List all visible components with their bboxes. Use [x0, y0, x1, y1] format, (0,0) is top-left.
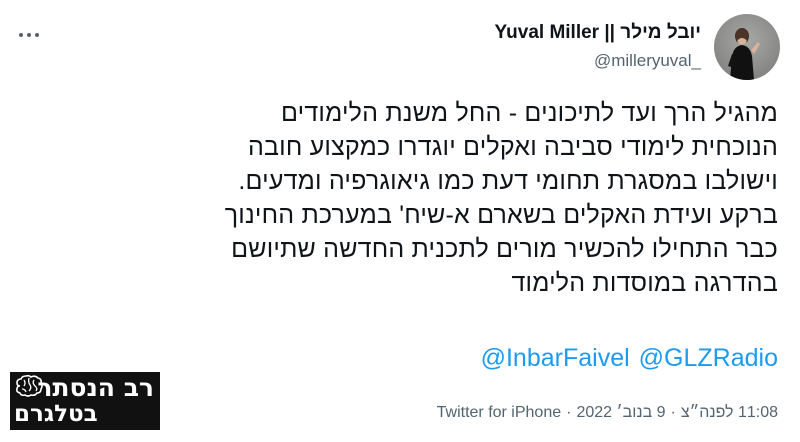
tweet-header: יובל מילר || Yuval Miller @milleryuval_	[495, 14, 780, 80]
tweet-time[interactable]: 11:08 לפנה״צ	[681, 402, 778, 424]
mention-link-inbarfaivel[interactable]: @InbarFaivel	[481, 341, 630, 375]
tweet-meta: 11:08 לפנה״צ · 9 בנוב׳ 2022 · Twitter fo…	[437, 402, 778, 424]
author-display-name[interactable]: יובל מילר || Yuval Miller	[495, 21, 701, 45]
tweet-date[interactable]: 9 בנוב׳ 2022	[576, 402, 665, 424]
dot	[27, 33, 31, 37]
dot	[35, 33, 39, 37]
tweet-text: מהגיל הרך ועד לתיכונים - החל משנת הלימוד…	[224, 99, 778, 297]
author-names: יובל מילר || Yuval Miller @milleryuval_	[495, 21, 701, 73]
tweet-mentions: @InbarFaivel @GLZRadio	[481, 341, 778, 375]
avatar-image	[714, 14, 780, 80]
author-handle[interactable]: @milleryuval_	[495, 49, 701, 73]
profile-avatar[interactable]	[714, 14, 780, 80]
watermark-logo: רב הנסתר בטלגרם	[10, 372, 160, 430]
tweet-card: יובל מילר || Yuval Miller @milleryuval_ …	[0, 0, 800, 442]
brain-icon	[16, 374, 43, 397]
tweet-source[interactable]: Twitter for iPhone	[437, 402, 562, 424]
watermark-line1: רב הנסתר	[37, 373, 154, 402]
mention-link-glzradio[interactable]: @GLZRadio	[639, 341, 778, 375]
watermark-line2: בטלגרם	[14, 401, 98, 427]
dot	[19, 33, 23, 37]
more-options-icon[interactable]	[12, 24, 46, 46]
meta-separator: ·	[670, 404, 676, 421]
meta-separator: ·	[566, 404, 572, 421]
